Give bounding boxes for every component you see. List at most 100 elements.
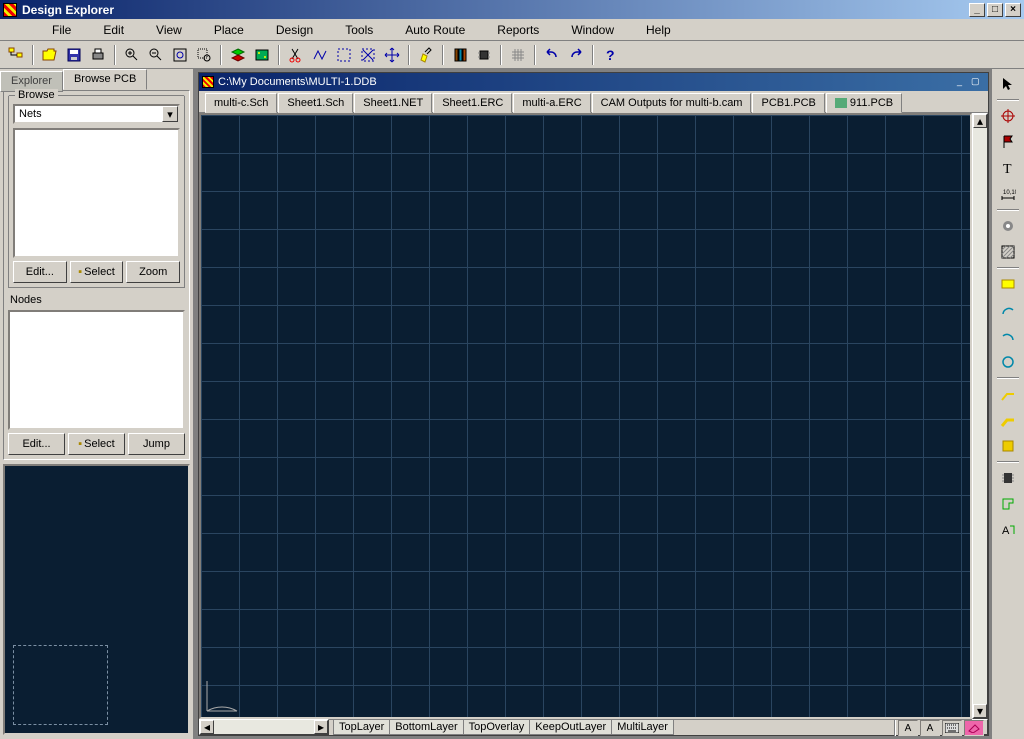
file-tab-label: Sheet1.ERC <box>442 97 503 109</box>
help-icon[interactable]: ? <box>600 45 620 65</box>
scroll-down-icon[interactable]: ▾ <box>973 704 987 718</box>
zoom-in-icon[interactable] <box>122 45 142 65</box>
hierarchy-icon[interactable] <box>6 45 26 65</box>
jump-button[interactable]: Jump <box>128 433 185 455</box>
pcb-file-icon <box>835 98 847 108</box>
pcb-canvas[interactable] <box>199 113 972 719</box>
save-icon[interactable] <box>64 45 84 65</box>
zoom-selection-icon[interactable] <box>194 45 214 65</box>
status-eraser-icon[interactable] <box>964 720 984 736</box>
grid-icon[interactable] <box>508 45 528 65</box>
layer-tab[interactable]: KeepOutLayer <box>529 720 612 735</box>
horizontal-scrollbar[interactable]: ◂ ▸ <box>199 719 329 735</box>
scroll-right-icon[interactable]: ▸ <box>314 720 328 734</box>
statusbar: A A <box>894 719 984 737</box>
tab-browse-pcb[interactable]: Browse PCB <box>63 69 147 90</box>
nets-listbox[interactable] <box>13 128 180 258</box>
menu-window[interactable]: Window <box>559 21 626 39</box>
doc-maximize-button[interactable]: ▢ <box>971 76 985 88</box>
hatch-tool-icon[interactable] <box>997 241 1019 263</box>
file-tab[interactable]: PCB1.PCB <box>752 93 824 113</box>
text-tool-icon[interactable]: T <box>997 157 1019 179</box>
wire-icon[interactable] <box>310 45 330 65</box>
redo-icon[interactable] <box>566 45 586 65</box>
minimap-viewport <box>13 645 108 725</box>
menu-file[interactable]: File <box>40 21 83 39</box>
arrow-tool-icon[interactable] <box>997 73 1019 95</box>
layers-icon[interactable] <box>228 45 248 65</box>
zoom-out-icon[interactable] <box>146 45 166 65</box>
file-tab[interactable]: Sheet1.Sch <box>278 93 353 113</box>
origin-tool-icon[interactable] <box>997 105 1019 127</box>
library-icon[interactable] <box>450 45 470 65</box>
menu-design[interactable]: Design <box>264 21 325 39</box>
menubar: File Edit View Place Design Tools Auto R… <box>0 19 1024 41</box>
menu-reports[interactable]: Reports <box>485 21 551 39</box>
minimize-button[interactable]: _ <box>969 3 985 17</box>
layer-tab[interactable]: TopLayer <box>333 720 390 735</box>
component-icon[interactable] <box>474 45 494 65</box>
scroll-left-icon[interactable]: ◂ <box>200 720 214 734</box>
label-tool-icon[interactable]: A <box>997 519 1019 541</box>
print-icon[interactable] <box>88 45 108 65</box>
layer-tab[interactable]: TopOverlay <box>463 720 531 735</box>
select-button-1[interactable]: ▪Select <box>70 261 124 283</box>
net-tool-icon[interactable] <box>997 493 1019 515</box>
status-keyboard-icon[interactable] <box>942 720 962 736</box>
file-tab[interactable]: multi-a.ERC <box>513 93 590 113</box>
menu-view[interactable]: View <box>144 21 194 39</box>
arc-cw-tool-icon[interactable] <box>997 299 1019 321</box>
status-cell-1: A <box>898 720 918 736</box>
file-tab[interactable]: 911.PCB <box>826 93 902 113</box>
pad-tool-icon[interactable] <box>997 435 1019 457</box>
menu-place[interactable]: Place <box>202 21 256 39</box>
circle-tool-icon[interactable] <box>997 351 1019 373</box>
line-tool-icon[interactable] <box>997 383 1019 405</box>
arc-ccw-tool-icon[interactable] <box>997 325 1019 347</box>
chevron-down-icon[interactable]: ▾ <box>162 106 178 122</box>
undo-icon[interactable] <box>542 45 562 65</box>
open-icon[interactable] <box>40 45 60 65</box>
edit-button-2[interactable]: Edit... <box>8 433 65 455</box>
layer-tab[interactable]: MultiLayer <box>611 720 674 735</box>
flag-tool-icon[interactable] <box>997 131 1019 153</box>
edit-button-1[interactable]: Edit... <box>13 261 67 283</box>
select-button-2[interactable]: ▪Select <box>68 433 125 455</box>
zoom-button[interactable]: Zoom <box>126 261 180 283</box>
maximize-button[interactable]: □ <box>987 3 1003 17</box>
vertical-scrollbar[interactable]: ▴ ▾ <box>972 113 988 719</box>
select-rect-icon[interactable] <box>334 45 354 65</box>
track-tool-icon[interactable] <box>997 409 1019 431</box>
file-tab[interactable]: multi-c.Sch <box>205 93 277 113</box>
menu-help[interactable]: Help <box>634 21 683 39</box>
doc-minimize-button[interactable]: _ <box>957 76 971 88</box>
nodes-listbox[interactable] <box>8 310 185 430</box>
via-tool-icon[interactable] <box>997 215 1019 237</box>
board-icon[interactable] <box>252 45 272 65</box>
cut-icon[interactable] <box>286 45 306 65</box>
ic-tool-icon[interactable] <box>997 467 1019 489</box>
file-tab[interactable]: Sheet1.ERC <box>433 93 512 113</box>
browse-combo[interactable]: Nets ▾ <box>13 104 180 124</box>
main-toolbar: ? <box>0 41 1024 69</box>
close-button[interactable]: × <box>1005 3 1021 17</box>
file-tab-label: Sheet1.Sch <box>287 97 344 109</box>
file-tab[interactable]: Sheet1.NET <box>354 93 432 113</box>
move-icon[interactable] <box>382 45 402 65</box>
menu-edit[interactable]: Edit <box>91 21 136 39</box>
menu-tools[interactable]: Tools <box>333 21 385 39</box>
browse-combo-value: Nets <box>19 108 42 120</box>
minimap[interactable] <box>3 464 190 735</box>
highlight-icon[interactable] <box>416 45 436 65</box>
dimension-tool-icon[interactable]: 10,10 <box>997 183 1019 205</box>
app-logo-icon <box>3 3 17 17</box>
svg-text:T: T <box>1003 162 1012 176</box>
scroll-up-icon[interactable]: ▴ <box>973 114 987 128</box>
deselect-icon[interactable] <box>358 45 378 65</box>
rect-tool-icon[interactable] <box>997 273 1019 295</box>
zoom-fit-icon[interactable] <box>170 45 190 65</box>
menu-auto-route[interactable]: Auto Route <box>393 21 477 39</box>
file-tab[interactable]: CAM Outputs for multi-b.cam <box>592 93 752 113</box>
svg-text:?: ? <box>606 47 615 63</box>
layer-tab[interactable]: BottomLayer <box>389 720 463 735</box>
